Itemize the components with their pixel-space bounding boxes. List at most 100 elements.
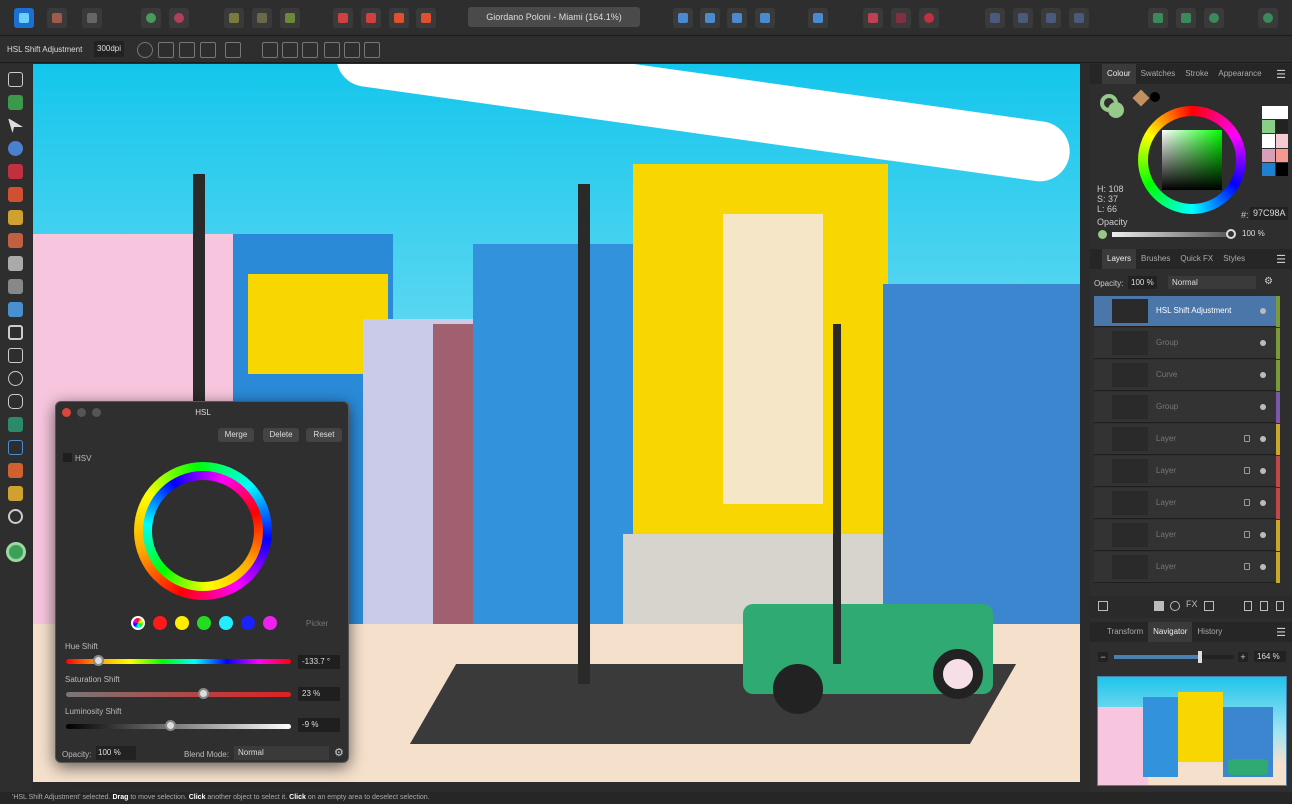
layer-row[interactable]: Layer: [1094, 456, 1280, 487]
studio-icon[interactable]: [1148, 8, 1168, 28]
layer-row[interactable]: Group: [1094, 392, 1280, 423]
hue-range-swatch[interactable]: [175, 616, 189, 630]
crop-tool-icon[interactable]: [8, 325, 23, 340]
opacity-slider[interactable]: [1112, 229, 1236, 239]
eyedropper-icon[interactable]: [1132, 89, 1150, 107]
layer-row[interactable]: Layer: [1094, 520, 1280, 551]
layer-row[interactable]: Layer: [1094, 424, 1280, 455]
navigator-preview[interactable]: [1097, 676, 1287, 786]
hue-slider-knob[interactable]: [92, 655, 104, 666]
align-top-icon[interactable]: [262, 42, 278, 58]
pencil-tool-icon[interactable]: [8, 187, 23, 202]
ellipse-tool-icon[interactable]: [8, 371, 23, 386]
visibility-icon[interactable]: [1260, 308, 1266, 314]
paint-brush-icon[interactable]: [8, 233, 23, 248]
lock-icon[interactable]: [1244, 467, 1250, 474]
rounded-rectangle-icon[interactable]: [8, 394, 23, 409]
export-persona-icon[interactable]: [82, 8, 102, 28]
text-tool-icon[interactable]: [8, 440, 23, 455]
layer-row[interactable]: Group: [1094, 328, 1280, 359]
zoom-tool-icon[interactable]: [8, 509, 23, 524]
hue-range-swatch[interactable]: [241, 616, 255, 630]
artboard-tool-icon[interactable]: [8, 95, 23, 110]
corner-tool-icon[interactable]: [8, 141, 23, 156]
luminosity-shift-slider[interactable]: [66, 720, 291, 731]
zoom-out-button[interactable]: −: [1098, 652, 1108, 662]
align-middle-icon[interactable]: [282, 42, 298, 58]
hue-range-swatch[interactable]: [153, 616, 167, 630]
colour-triangle-square[interactable]: [1162, 130, 1222, 190]
panel-menu-icon[interactable]: ☰: [1276, 68, 1286, 81]
eraser-tool-icon[interactable]: [8, 256, 23, 271]
place-image-icon[interactable]: [8, 302, 23, 317]
visibility-icon[interactable]: [1260, 532, 1266, 538]
flip-vertical-icon[interactable]: [700, 8, 720, 28]
fill-stroke-well-icon[interactable]: [6, 542, 26, 562]
blend-mode-select[interactable]: Normal: [1168, 276, 1256, 289]
navigator-zoom-slider[interactable]: [1114, 651, 1234, 663]
merge-button[interactable]: Merge: [218, 428, 254, 442]
tab-layers[interactable]: Layers: [1102, 249, 1137, 269]
layer-options-icon[interactable]: [1098, 601, 1108, 611]
hue-shift-value[interactable]: -133.7 °: [298, 655, 340, 669]
adjustment-icon[interactable]: [1170, 601, 1180, 611]
fit-icon[interactable]: [158, 42, 174, 58]
geometry-add-icon[interactable]: [985, 8, 1005, 28]
tab-swatches[interactable]: Swatches: [1136, 64, 1181, 84]
studio-chart-icon[interactable]: [1204, 8, 1224, 28]
align-bottom-icon[interactable]: [302, 42, 318, 58]
flip-horizontal-icon[interactable]: [673, 8, 693, 28]
panel-menu-icon[interactable]: ☰: [1276, 253, 1286, 266]
hue-ring-inner[interactable]: [143, 471, 263, 591]
layer-row[interactable]: Curve: [1094, 360, 1280, 391]
fx-icon[interactable]: FX: [1186, 599, 1198, 609]
tab-transform[interactable]: Transform: [1102, 622, 1148, 642]
arrange-back-icon[interactable]: [416, 8, 436, 28]
lock-icon[interactable]: [1244, 499, 1250, 506]
align-right-icon[interactable]: [364, 42, 380, 58]
colour-wheel[interactable]: [1138, 106, 1246, 214]
saturation-shift-slider[interactable]: [66, 688, 291, 699]
black-swatch-icon[interactable]: [1150, 92, 1160, 102]
recent-swatches[interactable]: [1262, 106, 1288, 176]
document-title-tab[interactable]: Giordano Poloni - Miami (164.1%): [468, 7, 640, 27]
boolean-intersect-icon[interactable]: [919, 8, 939, 28]
hsv-checkbox[interactable]: [63, 453, 72, 462]
tab-appearance[interactable]: Appearance: [1213, 64, 1266, 84]
hue-ring-outer[interactable]: [134, 462, 272, 600]
hsl-adjustment-dialog[interactable]: HSL Merge Delete Reset HSV Picker Hue Sh…: [55, 401, 349, 763]
tab-stroke[interactable]: Stroke: [1180, 64, 1213, 84]
visibility-icon[interactable]: [1260, 436, 1266, 442]
shape-tool-icon[interactable]: [8, 417, 23, 432]
opacity-slider-knob[interactable]: [1226, 229, 1236, 239]
fill-tool-icon[interactable]: [8, 279, 23, 294]
boolean-add-icon[interactable]: [863, 8, 883, 28]
transform-icon[interactable]: [280, 8, 300, 28]
visibility-icon[interactable]: [1260, 340, 1266, 346]
tab-brushes[interactable]: Brushes: [1136, 249, 1175, 269]
tab-navigator[interactable]: Navigator: [1148, 622, 1193, 642]
layer-row[interactable]: Layer: [1094, 488, 1280, 519]
mask-icon[interactable]: [1154, 601, 1164, 611]
settings-gear-icon[interactable]: [141, 8, 161, 28]
visibility-icon[interactable]: [1260, 500, 1266, 506]
luminosity-slider-knob[interactable]: [164, 720, 176, 731]
arrange-front-icon[interactable]: [333, 8, 353, 28]
lock-icon[interactable]: [1244, 531, 1250, 538]
dpi-field[interactable]: 300dpi: [94, 41, 125, 57]
luminosity-shift-value[interactable]: -9 %: [298, 718, 340, 732]
reset-button[interactable]: Reset: [306, 428, 342, 442]
zoom-slider-knob[interactable]: [1198, 651, 1203, 663]
dialog-blend-mode-select[interactable]: Normal: [234, 746, 329, 760]
boolean-subtract-icon[interactable]: [891, 8, 911, 28]
vector-brush-tool-icon[interactable]: [8, 210, 23, 225]
move-tool-icon[interactable]: [8, 72, 23, 87]
rotate-left-icon[interactable]: [727, 8, 747, 28]
studio-layers-icon[interactable]: [1176, 8, 1196, 28]
anchor-icon[interactable]: [137, 42, 153, 58]
snapping-gear-icon[interactable]: [169, 8, 189, 28]
picker-button[interactable]: Picker: [306, 619, 328, 628]
lock-icon[interactable]: [1244, 563, 1250, 570]
account-icon[interactable]: [1258, 8, 1278, 28]
add-pixel-layer-icon[interactable]: [1260, 601, 1268, 611]
